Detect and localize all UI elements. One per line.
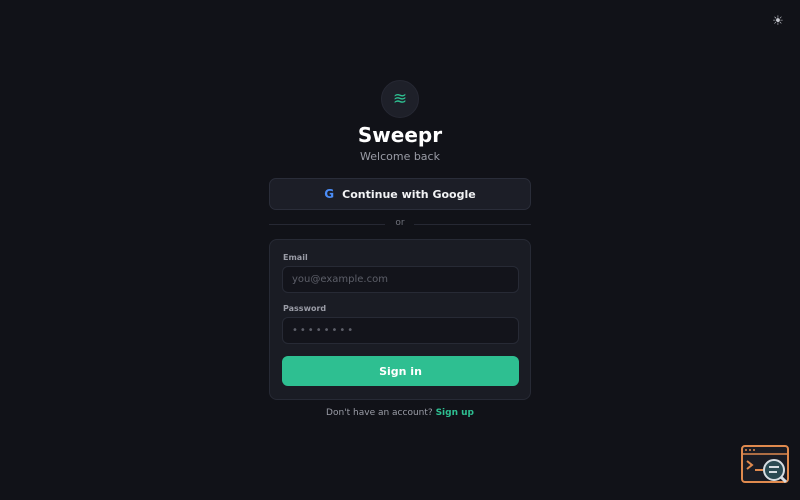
- divider-or-text: or: [395, 218, 405, 228]
- theme-toggle-sun-icon[interactable]: ☀: [770, 14, 786, 30]
- signup-prompt-row: Don't have an account? Sign up: [0, 408, 800, 418]
- divider-line-right: [414, 224, 531, 225]
- signup-prompt-text: Don't have an account?: [326, 408, 433, 418]
- app-title: Sweepr: [357, 123, 443, 147]
- continue-with-google-button[interactable]: G Continue with Google: [269, 178, 531, 210]
- email-label: Email: [283, 253, 308, 262]
- email-input[interactable]: [282, 266, 519, 293]
- code-search-icon[interactable]: [741, 445, 789, 485]
- login-page: ☀ ≋ Sweepr Welcome back G Continue with …: [0, 0, 800, 500]
- welcome-subtitle: Welcome back: [360, 150, 440, 163]
- password-input[interactable]: [282, 317, 519, 344]
- sign-in-button[interactable]: Sign in: [282, 356, 519, 386]
- divider-line-left: [269, 224, 385, 225]
- logo-glyph: ≋: [392, 89, 408, 109]
- google-button-label: Continue with Google: [342, 187, 476, 201]
- sign-up-link[interactable]: Sign up: [436, 408, 474, 418]
- password-label: Password: [283, 304, 327, 313]
- google-icon: G: [324, 187, 335, 201]
- signin-form-card: Email Password Sign in: [269, 239, 531, 400]
- logo-waves-icon: ≋: [381, 80, 419, 118]
